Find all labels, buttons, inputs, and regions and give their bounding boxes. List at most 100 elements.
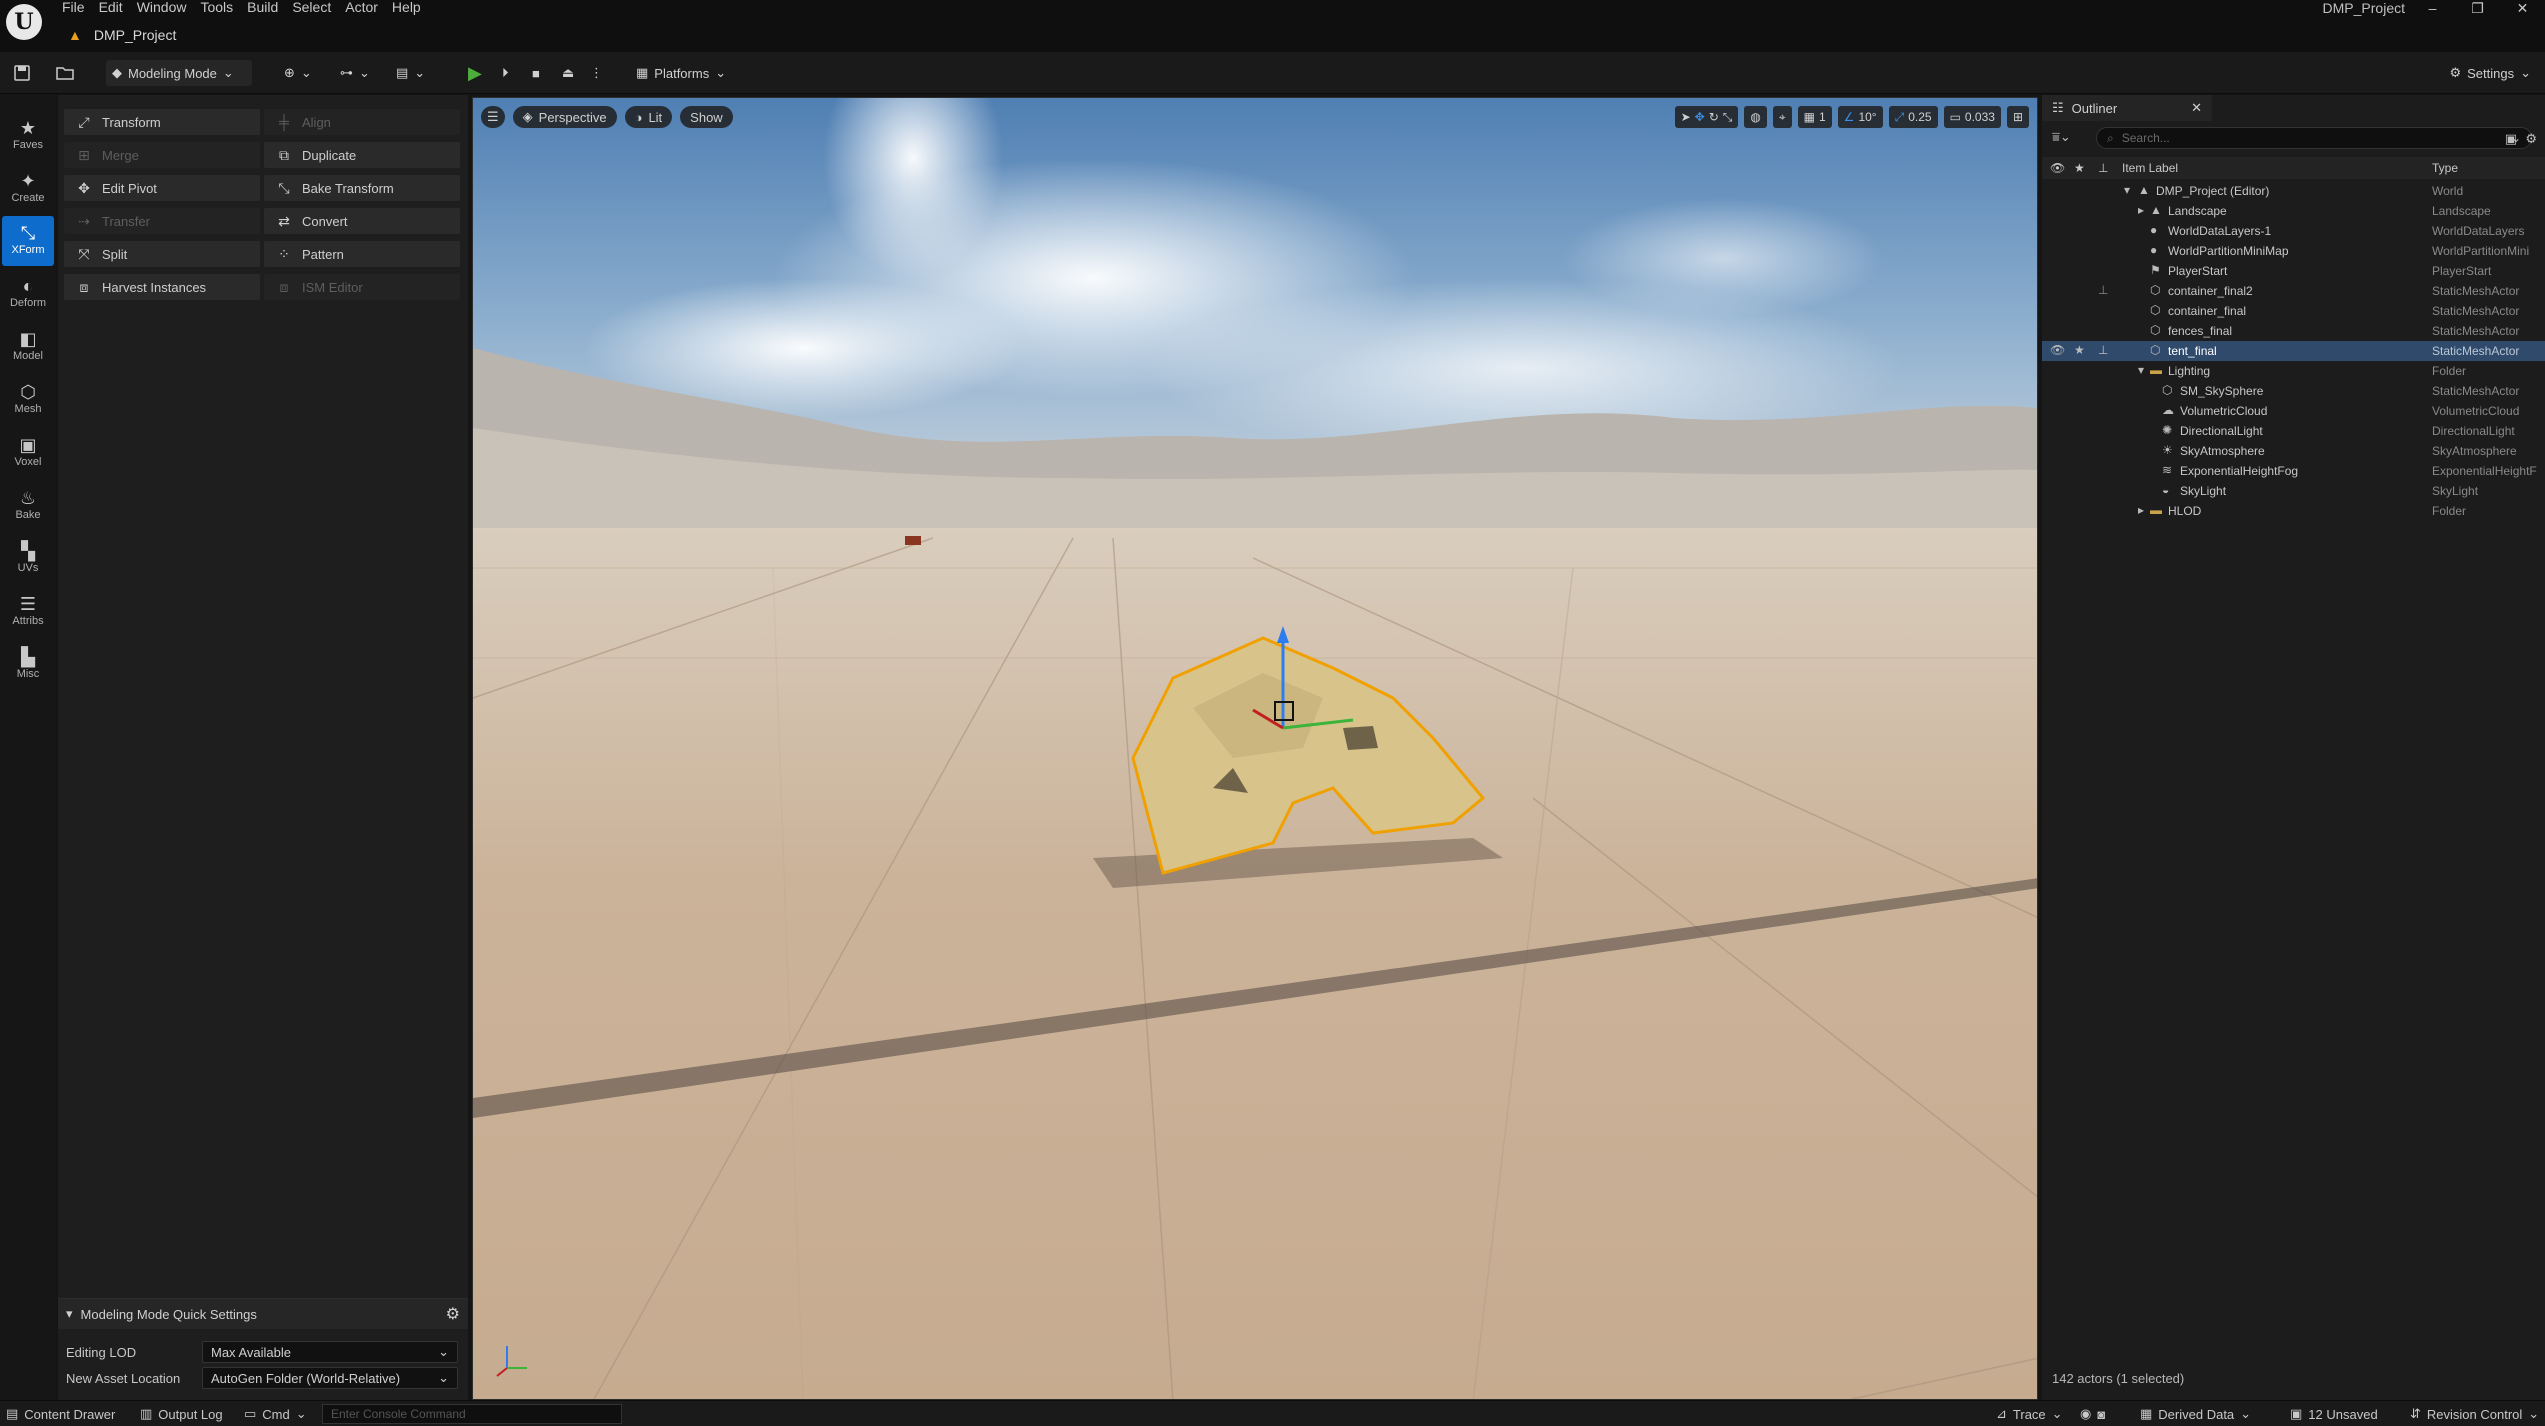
mode-misc[interactable]: ▙ Misc bbox=[2, 640, 54, 690]
menu-file[interactable]: File bbox=[62, 0, 99, 14]
filter-icon[interactable]: ⩸⌄ bbox=[2052, 129, 2071, 145]
viewport-options-button[interactable]: ☰ bbox=[481, 106, 505, 128]
mode-mesh[interactable]: ⬡ Mesh bbox=[2, 375, 54, 425]
viewport-scene[interactable] bbox=[473, 98, 2038, 1400]
platforms-button[interactable]: ▦ Platforms ⌄ bbox=[630, 60, 732, 86]
tool-align[interactable]: ╪ Align bbox=[264, 109, 460, 135]
step-button[interactable]: ⏵ bbox=[496, 60, 515, 86]
translate-icon[interactable]: ✥ bbox=[1695, 110, 1705, 124]
pin-icon[interactable]: ⊥ bbox=[2098, 283, 2108, 297]
console-input[interactable]: Enter Console Command bbox=[322, 1404, 622, 1424]
tool-convert[interactable]: ⇄ Convert bbox=[264, 208, 460, 234]
column-item-label[interactable]: Item Label bbox=[2122, 161, 2178, 175]
mode-model[interactable]: ◧ Model bbox=[2, 322, 54, 372]
editing-lod-select[interactable]: Max Available ⌄ bbox=[202, 1341, 458, 1363]
outliner-row[interactable]: ⊥ ⬡ container_final2 StaticMeshActor bbox=[2042, 281, 2545, 301]
outliner-row[interactable]: ⚑ PlayerStart PlayerStart bbox=[2042, 261, 2545, 281]
mode-deform[interactable]: ◐ Deform bbox=[2, 269, 54, 319]
star-icon[interactable]: ★ bbox=[2074, 161, 2085, 175]
tool-ism-editor[interactable]: ⧈ ISM Editor bbox=[264, 274, 460, 300]
pin-icon[interactable]: ⊥ bbox=[2098, 161, 2108, 175]
column-type[interactable]: Type bbox=[2432, 161, 2458, 175]
close-icon[interactable]: ✕ bbox=[2191, 100, 2202, 116]
gear-icon[interactable]: ⚙ bbox=[446, 1304, 460, 1324]
output-log-button[interactable]: ▥ Output Log bbox=[140, 1406, 223, 1422]
content-drawer-button[interactable]: ▤ Content Drawer bbox=[6, 1406, 115, 1422]
outliner-row[interactable]: ⬡ container_final StaticMeshActor bbox=[2042, 301, 2545, 321]
scale-snap-button[interactable]: ⤢ 0.25 bbox=[1888, 106, 1938, 128]
mode-create[interactable]: ✦ Create bbox=[2, 164, 54, 214]
outliner-row[interactable]: ☀ SkyAtmosphere SkyAtmosphere bbox=[2042, 441, 2545, 461]
star-icon[interactable]: ★ bbox=[2074, 343, 2085, 357]
tool-transform[interactable]: ⤢ Transform bbox=[64, 109, 260, 135]
cinematics-button[interactable]: ▤ ⌄ bbox=[390, 60, 431, 86]
visibility-icon[interactable]: 👁 bbox=[2050, 343, 2065, 357]
close-icon[interactable]: ✕ bbox=[2500, 0, 2545, 16]
tool-pattern[interactable]: ⁘ Pattern bbox=[264, 241, 460, 267]
outliner-row[interactable]: ▸ ▬ HLOD Folder bbox=[2042, 501, 2545, 521]
minimize-icon[interactable]: – bbox=[2410, 0, 2455, 16]
outliner-row[interactable]: ▾ ▬ Lighting Folder bbox=[2042, 361, 2545, 381]
rotation-snap-button[interactable]: ∠ 10° bbox=[1837, 106, 1883, 128]
tool-split[interactable]: ⤧ Split bbox=[64, 241, 260, 267]
expand-arrow-icon[interactable]: ▾ bbox=[2138, 363, 2144, 377]
outliner-row[interactable]: ● WorldDataLayers-1 WorldDataLayers bbox=[2042, 221, 2545, 241]
record-icon[interactable]: ◉ bbox=[2080, 1406, 2091, 1422]
gear-icon[interactable]: ⚙ bbox=[2525, 131, 2537, 147]
mode-xform[interactable]: ⤡ XForm bbox=[2, 216, 54, 266]
restore-icon[interactable]: ❐ bbox=[2455, 0, 2500, 16]
derived-data-button[interactable]: ▦ Derived Data ⌄ bbox=[2140, 1406, 2251, 1422]
tool-edit-pivot[interactable]: ✥ Edit Pivot bbox=[64, 175, 260, 201]
cmd-button[interactable]: ▭ Cmd ⌄ bbox=[244, 1406, 307, 1422]
show-button[interactable]: Show bbox=[680, 106, 733, 128]
play-options-button[interactable]: ⋮ bbox=[584, 60, 609, 86]
screenshot-icon[interactable]: ◙ bbox=[2097, 1407, 2105, 1422]
outliner-search[interactable]: ⌕ Search... ⌄ bbox=[2096, 127, 2532, 149]
tool-duplicate[interactable]: ⧉ Duplicate bbox=[264, 142, 460, 168]
outliner-tab[interactable]: ☷ Outliner ✕ bbox=[2042, 95, 2212, 121]
blueprint-button[interactable]: ⊶ ⌄ bbox=[334, 60, 376, 86]
expand-arrow-icon[interactable]: ▸ bbox=[2138, 503, 2144, 517]
revision-control-button[interactable]: ⇵ Revision Control ⌄ bbox=[2410, 1406, 2539, 1422]
save-icon[interactable] bbox=[8, 60, 36, 86]
add-folder-icon[interactable]: ▣ bbox=[2505, 131, 2517, 147]
scale-icon[interactable]: ⤡ bbox=[1723, 110, 1733, 125]
visibility-icon[interactable]: 👁 bbox=[2050, 161, 2065, 175]
unreal-logo-icon[interactable]: U bbox=[6, 4, 42, 40]
grid-snap-button[interactable]: ▦ 1 bbox=[1797, 106, 1832, 128]
menu-window[interactable]: Window bbox=[137, 0, 201, 14]
outliner-row[interactable]: ● WorldPartitionMiniMap WorldPartitionMi… bbox=[2042, 241, 2545, 261]
surface-snap-button[interactable]: ⌖ bbox=[1772, 106, 1792, 128]
mode-attribs[interactable]: ☰ Attribs bbox=[2, 587, 54, 637]
play-button[interactable]: ▶ bbox=[462, 60, 488, 86]
perspective-button[interactable]: ◈ Perspective bbox=[512, 106, 617, 128]
tool-bake-transform[interactable]: ⤡ Bake Transform bbox=[264, 175, 460, 201]
unsaved-button[interactable]: ▣ 12 Unsaved bbox=[2290, 1406, 2378, 1422]
outliner-row[interactable]: ≋ ExponentialHeightFog ExponentialHeight… bbox=[2042, 461, 2545, 481]
level-viewport[interactable]: ☰ ◈ Perspective ◑ Lit Show ➤ ✥ ↻ ⤡ ◍ ⌖ ▦ 1 … bbox=[472, 97, 2038, 1400]
menu-help[interactable]: Help bbox=[392, 0, 435, 14]
menu-edit[interactable]: Edit bbox=[99, 0, 137, 14]
tool-harvest-instances[interactable]: ⧈ Harvest Instances bbox=[64, 274, 260, 300]
maximize-viewport-button[interactable]: ⊞ bbox=[2006, 106, 2029, 128]
mode-bake[interactable]: ♨ Bake bbox=[2, 481, 54, 531]
eject-button[interactable]: ⏏ bbox=[556, 60, 580, 86]
outliner-row[interactable]: ▸ ▲ Landscape Landscape bbox=[2042, 201, 2545, 221]
rotate-icon[interactable]: ↻ bbox=[1709, 110, 1719, 124]
world-local-button[interactable]: ◍ bbox=[1744, 106, 1767, 128]
outliner-row[interactable]: ▾ ▲ DMP_Project (Editor) World bbox=[2042, 181, 2545, 201]
tool-transfer[interactable]: ⇢ Transfer bbox=[64, 208, 260, 234]
mode-uvs[interactable]: ▚ UVs bbox=[2, 534, 54, 584]
menu-actor[interactable]: Actor bbox=[345, 0, 392, 14]
mode-voxel[interactable]: ▣ Voxel bbox=[2, 428, 54, 478]
outliner-row[interactable]: ⬡ fences_final StaticMeshActor bbox=[2042, 321, 2545, 341]
outliner-row[interactable]: ◒ SkyLight SkyLight bbox=[2042, 481, 2545, 501]
outliner-row[interactable]: ✺ DirectionalLight DirectionalLight bbox=[2042, 421, 2545, 441]
tool-merge[interactable]: ⊞ Merge bbox=[64, 142, 260, 168]
outliner-row-selected[interactable]: 👁 ★ ⊥ ⬡ tent_final StaticMeshActor bbox=[2042, 341, 2545, 361]
browse-icon[interactable] bbox=[50, 60, 80, 86]
menu-tools[interactable]: Tools bbox=[200, 0, 247, 14]
trace-button[interactable]: ⊿ Trace ⌄ bbox=[1996, 1406, 2063, 1422]
select-icon[interactable]: ➤ bbox=[1681, 110, 1691, 124]
quick-settings-header[interactable]: ▾ Modeling Mode Quick Settings ⚙ bbox=[58, 1299, 468, 1329]
